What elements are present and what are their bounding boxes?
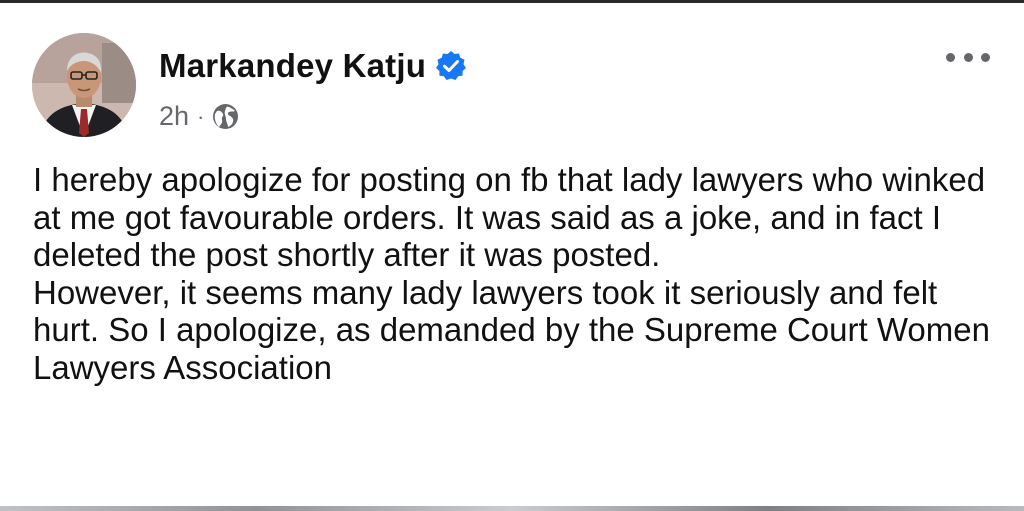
avatar-photo [32, 33, 136, 137]
post-paragraph-2: However, it seems many lady lawyers took… [33, 273, 990, 386]
post-meta: 2h · [159, 101, 240, 132]
separator-dot: · [197, 103, 205, 129]
post-paragraph-1: I hereby apologize for posting on fb tha… [33, 161, 986, 273]
bottom-image-strip [0, 506, 1024, 511]
more-dot [946, 52, 955, 62]
more-options-icon[interactable] [946, 46, 990, 68]
timestamp[interactable]: 2h [159, 101, 189, 132]
globe-icon[interactable] [211, 102, 240, 131]
avatar[interactable] [32, 33, 136, 137]
verified-badge-icon [436, 51, 467, 80]
author-name-text[interactable]: Markandey Katju [159, 47, 426, 85]
author-name[interactable]: Markandey Katju [159, 47, 468, 85]
more-dot [963, 52, 973, 62]
post-text: I hereby apologize for posting on fb tha… [33, 161, 1003, 386]
more-dot [981, 52, 990, 62]
top-divider [0, 0, 1024, 3]
facebook-post: Markandey Katju 2h · I hereby apologize … [0, 0, 1024, 511]
